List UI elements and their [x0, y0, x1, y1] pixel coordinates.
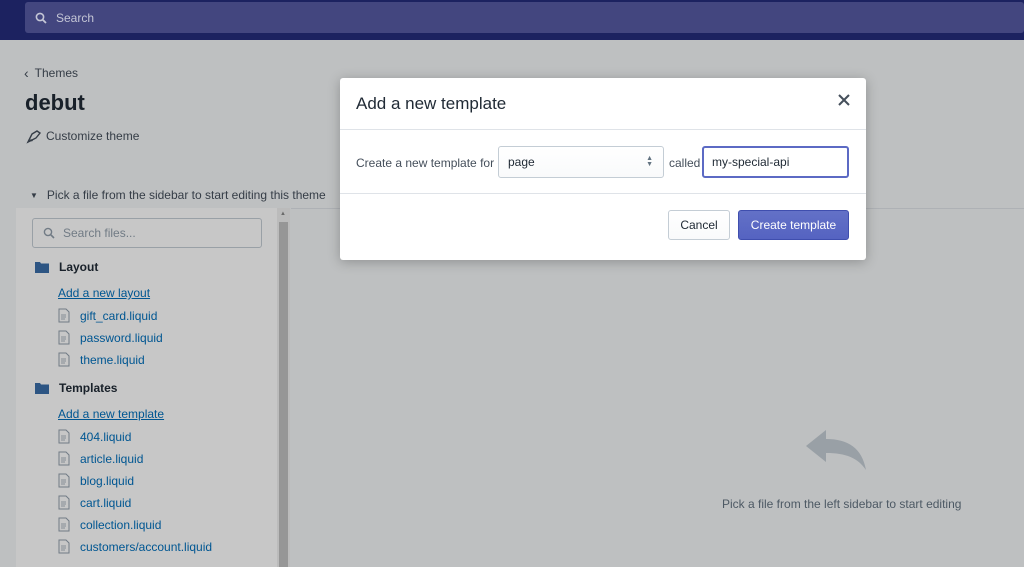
create-template-button[interactable]: Create template: [738, 210, 849, 240]
select-arrows-icon: ▲ ▼: [646, 155, 653, 168]
top-bar: Search: [0, 0, 1024, 40]
create-for-label: Create a new template for: [356, 156, 495, 170]
close-icon[interactable]: [836, 92, 852, 108]
called-label: called: [669, 156, 701, 170]
cancel-button[interactable]: Cancel: [668, 210, 730, 240]
modal-header: Add a new template: [340, 78, 866, 130]
template-type-value: page: [508, 155, 535, 169]
search-placeholder: Search: [56, 10, 95, 25]
modal-title: Add a new template: [356, 93, 507, 113]
template-type-select[interactable]: page ▲ ▼: [498, 146, 664, 178]
search-icon: [35, 12, 47, 24]
global-search-bar[interactable]: Search: [25, 2, 1024, 33]
template-name-input[interactable]: [702, 146, 849, 178]
modal-body: Create a new template for page ▲ ▼ called: [340, 130, 866, 194]
add-template-modal: Add a new template Create a new template…: [340, 78, 866, 260]
modal-footer: Cancel Create template: [340, 194, 866, 258]
